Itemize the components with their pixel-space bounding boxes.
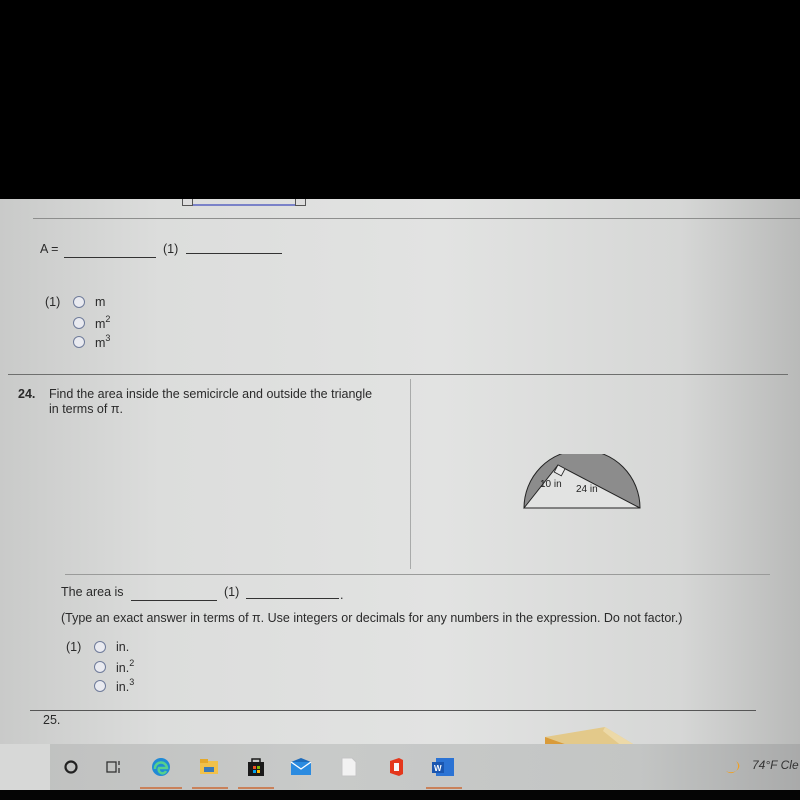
word-icon[interactable]: W [430, 756, 456, 778]
screen-bezel [0, 790, 800, 800]
taskbar: W 74°F Cle [0, 744, 800, 790]
area-answer-input[interactable] [131, 600, 217, 601]
resize-handle-left [182, 199, 193, 206]
unit-option-m3[interactable]: m3 [73, 333, 110, 350]
previous-figure-edge [182, 199, 306, 206]
option-label: m3 [95, 333, 111, 350]
unit-option-in2[interactable]: in.2 [94, 658, 134, 675]
active-app-indicator [140, 787, 182, 789]
semicircle-figure: 10 in 24 in [522, 454, 641, 509]
unit-option-in3[interactable]: in.3 [94, 677, 134, 694]
answer-divider [65, 574, 770, 575]
leg-long-label: 24 in [576, 484, 598, 495]
column-divider [410, 379, 411, 569]
question-divider [8, 374, 788, 375]
active-app-indicator [192, 787, 228, 789]
divider [33, 218, 800, 219]
svg-text:W: W [434, 764, 442, 773]
question-prompt-line2: in terms of π. [49, 402, 123, 416]
radio-button[interactable] [73, 316, 85, 329]
unit-option-in[interactable]: (1) in. [66, 640, 129, 654]
document-icon[interactable] [338, 756, 360, 778]
option-label: in. [116, 640, 130, 654]
option-label: in.3 [116, 677, 135, 694]
leg-short-label: 10 in [540, 479, 562, 490]
unit-answer-slot[interactable] [246, 598, 339, 599]
radio-button[interactable] [94, 679, 106, 692]
task-view-icon[interactable] [102, 756, 124, 778]
question-divider [30, 710, 756, 711]
mail-icon[interactable] [290, 756, 312, 778]
area-answer-input[interactable] [64, 257, 156, 258]
unit-option-m2[interactable]: m2 [73, 314, 110, 331]
unit-marker: (1) [224, 585, 240, 599]
active-app-indicator [238, 787, 274, 789]
option-label: m [95, 295, 106, 309]
question-prompt-line1: Find the area inside the semicircle and … [49, 387, 373, 401]
area-answer-label: A = [40, 242, 59, 256]
unit-marker: (1) [163, 242, 179, 256]
radio-button[interactable] [73, 335, 85, 348]
unit-options-prefix: (1) [66, 640, 82, 654]
radio-button[interactable] [73, 296, 85, 308]
unit-options-prefix: (1) [45, 295, 61, 309]
answer-suffix: . [340, 588, 344, 602]
radio-button[interactable] [94, 641, 106, 653]
active-app-indicator [426, 787, 462, 789]
weather-temperature[interactable]: 74°F Cle [752, 758, 799, 772]
unit-answer-slot[interactable] [186, 253, 282, 254]
question-number: 25. [43, 713, 61, 727]
option-label: in.2 [116, 658, 135, 675]
file-explorer-icon[interactable] [198, 756, 220, 778]
office-icon[interactable] [385, 756, 407, 778]
unit-option-m[interactable]: (1) m [45, 295, 105, 309]
store-icon[interactable] [245, 756, 267, 778]
answer-instructions: (Type an exact answer in terms of π. Use… [61, 611, 683, 625]
resize-handle-right [295, 199, 306, 206]
search-area[interactable] [0, 744, 50, 790]
weather-moon-icon [724, 756, 740, 778]
option-label: m2 [95, 314, 111, 331]
quiz-page: A = (1) (1) m m2 m3 24. Find the area in… [0, 199, 800, 744]
edge-icon[interactable] [150, 756, 172, 778]
search-circle-icon[interactable] [60, 756, 82, 778]
question-number: 24. [18, 387, 36, 401]
answer-prefix: The area is [61, 585, 124, 599]
radio-button[interactable] [94, 660, 106, 673]
